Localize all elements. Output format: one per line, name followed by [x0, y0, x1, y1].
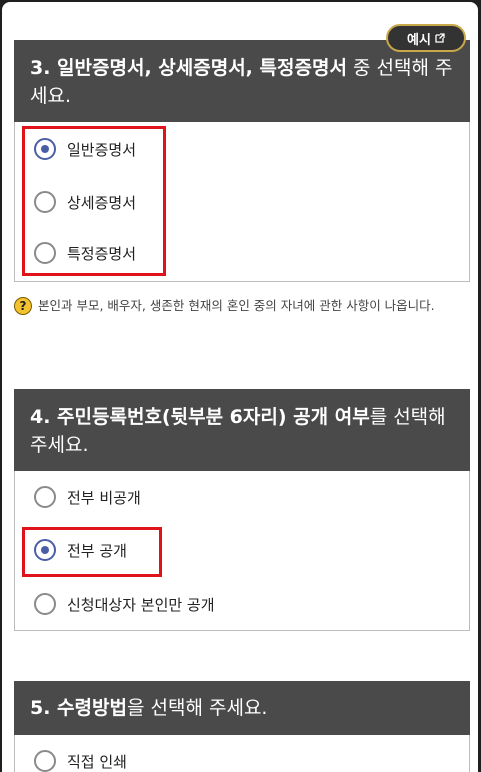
section-3-header: 3. 일반증명서, 상세증명서, 특정증명서 중 선택해 주세요. — [14, 40, 470, 122]
section-5-options: 직접 인쇄 — [14, 735, 470, 772]
section-rrn-disclosure: 4. 주민등록번호(뒷부분 6자리) 공개 여부를 선택해 주세요. 전부 비공… — [14, 389, 470, 631]
page-frame: 예시 3. 일반증명서, 상세증명서, 특정증명서 중 선택해 주세요. 일반증… — [2, 2, 478, 772]
radio-general-certificate[interactable] — [34, 138, 56, 160]
option-label: 직접 인쇄 — [67, 752, 127, 771]
option-all-private[interactable]: 전부 비공개 — [34, 483, 141, 511]
radio-self-only-public[interactable] — [34, 593, 56, 615]
section-4-options: 전부 비공개 전부 공개 신청대상자 본인만 공개 — [14, 471, 470, 631]
section-5-header: 5. 수령방법을 선택해 주세요. — [14, 681, 470, 735]
option-general-certificate[interactable]: 일반증명서 — [34, 135, 136, 163]
section-5-title-rest: 을 선택해 주세요. — [126, 697, 268, 719]
section-4-title-bold: 4. 주민등록번호(뒷부분 6자리) 공개 여부 — [30, 406, 370, 428]
option-label: 신청대상자 본인만 공개 — [67, 595, 215, 614]
option-label: 전부 비공개 — [67, 488, 141, 507]
radio-specific-certificate[interactable] — [34, 242, 56, 264]
question-icon: ? — [14, 297, 32, 315]
help-text: 본인과 부모, 배우자, 생존한 현재의 혼인 중의 자녀에 관한 사항이 나옵… — [38, 298, 435, 313]
option-specific-certificate[interactable]: 특정증명서 — [34, 239, 136, 267]
example-button-label: 예시 — [407, 32, 431, 48]
section-5-title-bold: 5. 수령방법 — [30, 697, 127, 719]
section-3-options: 일반증명서 상세증명서 특정증명서 — [14, 122, 470, 282]
section-3-title-bold: 3. 일반증명서, 상세증명서, 특정증명서 — [30, 57, 347, 79]
option-all-public[interactable]: 전부 공개 — [34, 536, 127, 564]
help-note: ? 본인과 부모, 배우자, 생존한 현재의 혼인 중의 자녀에 관한 사항이 … — [14, 295, 466, 317]
external-link-icon — [435, 33, 445, 43]
option-label: 상세증명서 — [67, 193, 137, 212]
radio-all-public[interactable] — [34, 539, 56, 561]
section-certificate-type: 3. 일반증명서, 상세증명서, 특정증명서 중 선택해 주세요. 일반증명서 … — [14, 40, 470, 282]
option-detailed-certificate[interactable]: 상세증명서 — [34, 188, 136, 216]
section-4-header: 4. 주민등록번호(뒷부분 6자리) 공개 여부를 선택해 주세요. — [14, 389, 470, 471]
radio-detailed-certificate[interactable] — [34, 191, 56, 213]
option-label: 특정증명서 — [67, 244, 137, 263]
example-button[interactable]: 예시 — [386, 24, 466, 52]
section-receipt-method: 5. 수령방법을 선택해 주세요. 직접 인쇄 — [14, 681, 470, 772]
radio-direct-print[interactable] — [34, 750, 56, 772]
option-label: 전부 공개 — [67, 541, 127, 560]
option-direct-print[interactable]: 직접 인쇄 — [34, 747, 127, 772]
radio-all-private[interactable] — [34, 486, 56, 508]
option-label: 일반증명서 — [67, 140, 137, 159]
option-self-only-public[interactable]: 신청대상자 본인만 공개 — [34, 590, 215, 618]
